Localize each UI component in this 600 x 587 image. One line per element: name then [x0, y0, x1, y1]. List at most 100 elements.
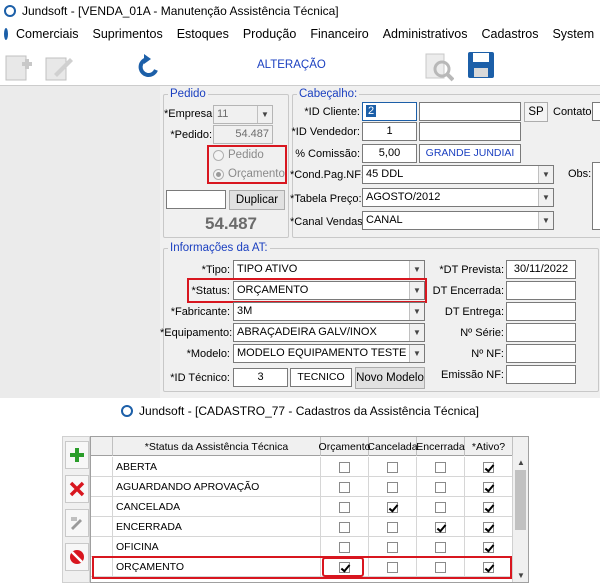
- canal-select[interactable]: CANAL ▼: [362, 211, 554, 230]
- chevron-down-icon[interactable]: ▼: [514, 568, 528, 582]
- serie-field[interactable]: [506, 323, 576, 342]
- new-record-icon[interactable]: [4, 52, 34, 82]
- grid-scrollbar[interactable]: ▲ ▼: [512, 455, 528, 582]
- status-name-cell[interactable]: ENCERRADA: [113, 517, 321, 537]
- chevron-up-icon[interactable]: ▲: [514, 455, 528, 469]
- row-indicator[interactable]: [91, 517, 113, 537]
- ativo-cell: [465, 537, 513, 557]
- col-status[interactable]: *Status da Assistência Técnica: [113, 437, 321, 456]
- encerrada-checkbox[interactable]: [435, 481, 446, 493]
- menu-estoques[interactable]: Estoques: [177, 27, 229, 41]
- cancelada-checkbox[interactable]: [387, 521, 398, 533]
- app-icon: [121, 405, 134, 417]
- comissao-value: 5,00: [378, 147, 401, 159]
- col-ativo[interactable]: *Ativo?: [465, 437, 513, 456]
- save-icon[interactable]: [466, 50, 496, 80]
- edit-button[interactable]: [65, 509, 89, 537]
- cliente-name-field[interactable]: [419, 102, 521, 121]
- cancelada-checkbox[interactable]: [387, 461, 398, 473]
- delete-button[interactable]: [65, 475, 89, 503]
- row-indicator[interactable]: [91, 457, 113, 477]
- ativo-checkbox[interactable]: [483, 501, 494, 513]
- id-vendedor-field[interactable]: 1: [362, 122, 417, 141]
- cancelada-checkbox[interactable]: [387, 541, 398, 553]
- status-name-cell[interactable]: ABERTA: [113, 457, 321, 477]
- obs-field[interactable]: [592, 162, 600, 230]
- orcamento-checkbox[interactable]: [339, 461, 350, 473]
- orcamento-cell: [321, 457, 369, 477]
- cancel-button[interactable]: [65, 543, 89, 571]
- nf-field[interactable]: [506, 344, 576, 363]
- empresa-select[interactable]: 11 ▼: [213, 105, 273, 124]
- add-button[interactable]: [65, 441, 89, 469]
- novo-modelo-button[interactable]: Novo Modelo: [355, 367, 425, 389]
- edit-hand-icon: [71, 517, 82, 530]
- highlight-orcamento-checkbox: [322, 557, 364, 577]
- cancelada-checkbox[interactable]: [387, 481, 398, 493]
- dt-encerrada-field[interactable]: [506, 281, 576, 300]
- duplicar-button[interactable]: Duplicar: [229, 190, 285, 210]
- table-row[interactable]: ENCERRADA: [91, 517, 528, 537]
- col-cancelada[interactable]: Cancelada: [367, 437, 418, 456]
- table-row[interactable]: OFICINA: [91, 537, 528, 557]
- menu-cadastros[interactable]: Cadastros: [481, 27, 538, 41]
- status-name-cell[interactable]: AGUARDANDO APROVAÇÃO: [113, 477, 321, 497]
- orcamento-checkbox[interactable]: [339, 501, 350, 513]
- dt-prevista-field[interactable]: 30/11/2022: [506, 260, 576, 279]
- status-name-cell[interactable]: CANCELADA: [113, 497, 321, 517]
- id-cliente-field[interactable]: 2: [362, 102, 417, 121]
- search-icon[interactable]: [424, 52, 454, 82]
- contato-field[interactable]: [592, 102, 600, 121]
- dt-entrega-field[interactable]: [506, 302, 576, 321]
- orcamento-checkbox[interactable]: [339, 521, 350, 533]
- col-orcamento[interactable]: Orçamento: [319, 437, 370, 456]
- table-row[interactable]: ABERTA: [91, 457, 528, 477]
- cond-pag-select[interactable]: 45 DDL ▼: [362, 165, 554, 184]
- menu-suprimentos[interactable]: Suprimentos: [93, 27, 163, 41]
- encerrada-checkbox[interactable]: [435, 461, 446, 473]
- table-row[interactable]: AGUARDANDO APROVAÇÃO: [91, 477, 528, 497]
- menu-comerciais[interactable]: Comerciais: [16, 27, 79, 41]
- orcamento-checkbox[interactable]: [339, 481, 350, 493]
- menu-producao[interactable]: Produção: [243, 27, 297, 41]
- ativo-checkbox[interactable]: [483, 521, 494, 533]
- emissao-field[interactable]: [506, 365, 576, 384]
- menu-app-icon[interactable]: [4, 28, 8, 40]
- id-cliente-value: 2: [366, 105, 377, 117]
- equipamento-select[interactable]: ABRAÇADEIRA GALV/INOX ▼: [233, 323, 425, 342]
- menu-administrativos[interactable]: Administrativos: [383, 27, 468, 41]
- menu-system[interactable]: System: [552, 27, 594, 41]
- ativo-checkbox[interactable]: [483, 541, 494, 553]
- pedido-field[interactable]: 54.487: [213, 125, 273, 144]
- tipo-select[interactable]: TIPO ATIVO ▼: [233, 260, 425, 279]
- cancelada-checkbox[interactable]: [387, 501, 398, 513]
- row-indicator[interactable]: [91, 537, 113, 557]
- encerrada-checkbox[interactable]: [435, 501, 446, 513]
- refresh-icon[interactable]: [134, 52, 164, 82]
- encerrada-checkbox[interactable]: [435, 541, 446, 553]
- scroll-thumb[interactable]: [515, 470, 526, 530]
- col-encerrada[interactable]: Encerrada: [416, 437, 465, 456]
- id-tecnico-field[interactable]: 3: [233, 368, 288, 387]
- table-row[interactable]: CANCELADA: [91, 497, 528, 517]
- orcamento-checkbox[interactable]: [339, 541, 350, 553]
- status-name-cell[interactable]: OFICINA: [113, 537, 321, 557]
- tabela-select[interactable]: AGOSTO/2012 ▼: [362, 188, 554, 207]
- encerrada-checkbox[interactable]: [435, 521, 446, 533]
- modelo-select[interactable]: MODELO EQUIPAMENTO TESTE ▼: [233, 344, 425, 363]
- edit-record-icon[interactable]: [44, 52, 74, 82]
- vendedor-name-field[interactable]: [419, 122, 521, 141]
- menu-financeiro[interactable]: Financeiro: [310, 27, 368, 41]
- row-indicator[interactable]: [91, 477, 113, 497]
- info-at-legend: Informações da AT:: [170, 242, 268, 254]
- duplicar-input[interactable]: [166, 190, 226, 209]
- ativo-checkbox[interactable]: [483, 481, 494, 493]
- highlight-status-box: [187, 278, 427, 303]
- orcamento-cell: [321, 497, 369, 517]
- tecnico-name-field: TECNICO: [290, 368, 352, 387]
- ativo-checkbox[interactable]: [483, 461, 494, 473]
- comissao-field[interactable]: 5,00: [362, 144, 417, 163]
- uf-box[interactable]: SP: [524, 102, 548, 122]
- fabricante-select[interactable]: 3M ▼: [233, 302, 425, 321]
- row-indicator[interactable]: [91, 497, 113, 517]
